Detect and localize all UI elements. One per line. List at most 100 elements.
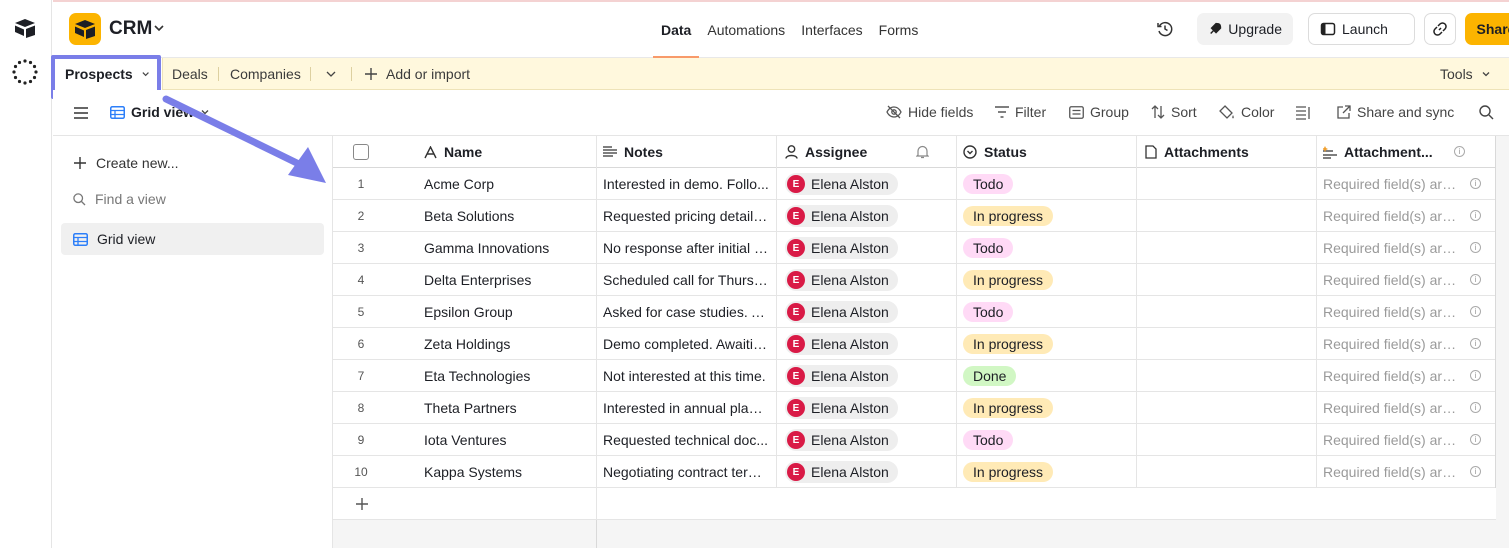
attachment-summary-cell[interactable]: Required field(s) are... i xyxy=(1317,456,1496,488)
info-icon[interactable]: i xyxy=(1470,338,1481,349)
table-row[interactable]: 4 Delta Enterprises Scheduled call for Thu… xyxy=(333,264,1496,296)
row-height-icon[interactable] xyxy=(1296,106,1312,120)
notes-cell[interactable]: No response after initial c... xyxy=(597,232,777,264)
attachments-cell[interactable] xyxy=(1137,424,1317,456)
sort-button[interactable]: Sort xyxy=(1151,104,1197,120)
assignee-cell[interactable]: E Elena Alston xyxy=(777,392,957,424)
attachment-summary-cell[interactable]: Required field(s) are... i xyxy=(1317,392,1496,424)
attachment-summary-cell[interactable]: Required field(s) are... i xyxy=(1317,424,1496,456)
table-row[interactable]: 8 Theta Partners Interested in annual plan… xyxy=(333,392,1496,424)
notes-cell[interactable]: Scheduled call for Thursd... xyxy=(597,264,777,296)
notes-cell[interactable]: Requested technical doc... xyxy=(597,424,777,456)
assignee-cell[interactable]: E Elena Alston xyxy=(777,232,957,264)
attachments-cell[interactable] xyxy=(1137,328,1317,360)
column-header-assignee[interactable]: Assignee xyxy=(777,136,957,168)
assignee-cell[interactable]: E Elena Alston xyxy=(777,456,957,488)
tab-forms[interactable]: Forms xyxy=(871,0,927,58)
table-row[interactable]: 2 Beta Solutions Requested pricing details… xyxy=(333,200,1496,232)
add-record-row[interactable] xyxy=(333,488,1496,520)
notes-cell[interactable]: Not interested at this time. xyxy=(597,360,777,392)
name-cell[interactable]: Kappa Systems xyxy=(423,456,597,488)
assignee-cell[interactable]: E Elena Alston xyxy=(777,360,957,392)
info-icon[interactable]: i xyxy=(1470,434,1481,445)
table-row[interactable]: 6 Zeta Holdings Demo completed. Awaitin...… xyxy=(333,328,1496,360)
status-cell[interactable]: In progress xyxy=(957,456,1137,488)
status-cell[interactable]: Todo xyxy=(957,296,1137,328)
column-header-status[interactable]: Status xyxy=(957,136,1137,168)
assignee-cell[interactable]: E Elena Alston xyxy=(777,424,957,456)
table-row[interactable]: 10 Kappa Systems Negotiating contract term… xyxy=(333,456,1496,488)
status-cell[interactable]: Todo xyxy=(957,232,1137,264)
info-icon[interactable]: i xyxy=(1470,402,1481,413)
attachments-cell[interactable] xyxy=(1137,296,1317,328)
name-cell[interactable]: Theta Partners xyxy=(423,392,597,424)
attachment-summary-cell[interactable]: Required field(s) are... i xyxy=(1317,296,1496,328)
attachments-cell[interactable] xyxy=(1137,232,1317,264)
attachments-cell[interactable] xyxy=(1137,360,1317,392)
attachments-cell[interactable] xyxy=(1137,264,1317,296)
notes-cell[interactable]: Negotiating contract term... xyxy=(597,456,777,488)
status-cell[interactable]: In progress xyxy=(957,392,1137,424)
tab-automations[interactable]: Automations xyxy=(699,0,793,58)
status-cell[interactable]: Todo xyxy=(957,168,1137,200)
attachments-cell[interactable] xyxy=(1137,392,1317,424)
assignee-cell[interactable]: E Elena Alston xyxy=(777,264,957,296)
tab-interfaces[interactable]: Interfaces xyxy=(793,0,870,58)
more-tables-chevron-icon[interactable] xyxy=(325,69,337,79)
assignee-cell[interactable]: E Elena Alston xyxy=(777,296,957,328)
status-cell[interactable]: Todo xyxy=(957,424,1137,456)
attachments-cell[interactable] xyxy=(1137,168,1317,200)
table-row[interactable]: 5 Epsilon Group Asked for case studies. A.… xyxy=(333,296,1496,328)
column-header-attachments[interactable]: Attachments xyxy=(1137,136,1317,168)
info-icon[interactable]: i xyxy=(1454,146,1465,157)
attachments-cell[interactable] xyxy=(1137,200,1317,232)
table-row[interactable]: 1 Acme Corp Interested in demo. Follo... E E… xyxy=(333,168,1496,200)
info-icon[interactable]: i xyxy=(1470,242,1481,253)
search-icon[interactable] xyxy=(1479,105,1494,120)
table-row[interactable]: 7 Eta Technologies Not interested at this … xyxy=(333,360,1496,392)
attachments-cell[interactable] xyxy=(1137,456,1317,488)
notes-cell[interactable]: Interested in annual plan. ... xyxy=(597,392,777,424)
attachment-summary-cell[interactable]: Required field(s) are... i xyxy=(1317,168,1496,200)
info-icon[interactable]: i xyxy=(1470,274,1481,285)
table-row[interactable]: 9 Iota Ventures Requested technical doc...… xyxy=(333,424,1496,456)
name-cell[interactable]: Gamma Innovations xyxy=(423,232,597,264)
attachment-summary-cell[interactable]: Required field(s) are... i xyxy=(1317,360,1496,392)
launch-button[interactable]: Launch xyxy=(1308,13,1415,45)
share-button[interactable]: Share xyxy=(1465,13,1509,45)
group-button[interactable]: Group xyxy=(1069,104,1129,120)
table-tab-companies[interactable]: Companies xyxy=(230,58,301,90)
attachment-summary-cell[interactable]: Required field(s) are... i xyxy=(1317,264,1496,296)
history-icon[interactable] xyxy=(1156,20,1174,38)
home-logo-icon[interactable] xyxy=(14,18,36,38)
add-or-import-button[interactable]: Add or import xyxy=(364,58,470,90)
name-cell[interactable]: Epsilon Group xyxy=(423,296,597,328)
tools-menu[interactable]: Tools xyxy=(1440,58,1491,90)
base-title[interactable]: CRM xyxy=(109,18,152,40)
upgrade-button[interactable]: Upgrade xyxy=(1197,13,1293,45)
info-icon[interactable]: i xyxy=(1470,210,1481,221)
info-icon[interactable]: i xyxy=(1470,466,1481,477)
assignee-cell[interactable]: E Elena Alston xyxy=(777,328,957,360)
hamburger-menu-icon[interactable] xyxy=(74,107,88,119)
name-cell[interactable]: Delta Enterprises xyxy=(423,264,597,296)
attachment-summary-cell[interactable]: Required field(s) are... i xyxy=(1317,232,1496,264)
notes-cell[interactable]: Demo completed. Awaitin... xyxy=(597,328,777,360)
notes-cell[interactable]: Asked for case studies. A... xyxy=(597,296,777,328)
notes-cell[interactable]: Requested pricing details... xyxy=(597,200,777,232)
assignee-cell[interactable]: E Elena Alston xyxy=(777,200,957,232)
notes-cell[interactable]: Interested in demo. Follo... xyxy=(597,168,777,200)
table-row[interactable]: 3 Gamma Innovations No response after init… xyxy=(333,232,1496,264)
attachment-summary-cell[interactable]: Required field(s) are... i xyxy=(1317,200,1496,232)
sidebar-view-grid[interactable]: Grid view xyxy=(61,223,324,255)
status-cell[interactable]: Done xyxy=(957,360,1137,392)
info-icon[interactable]: i xyxy=(1470,178,1481,189)
column-header-name[interactable]: Name xyxy=(423,136,597,168)
tab-data[interactable]: Data xyxy=(653,0,700,58)
name-cell[interactable]: Iota Ventures xyxy=(423,424,597,456)
status-cell[interactable]: In progress xyxy=(957,200,1137,232)
hide-fields-button[interactable]: Hide fields xyxy=(886,104,973,120)
plus-icon[interactable] xyxy=(355,497,369,511)
table-tab-deals[interactable]: Deals xyxy=(172,58,208,90)
name-cell[interactable]: Beta Solutions xyxy=(423,200,597,232)
